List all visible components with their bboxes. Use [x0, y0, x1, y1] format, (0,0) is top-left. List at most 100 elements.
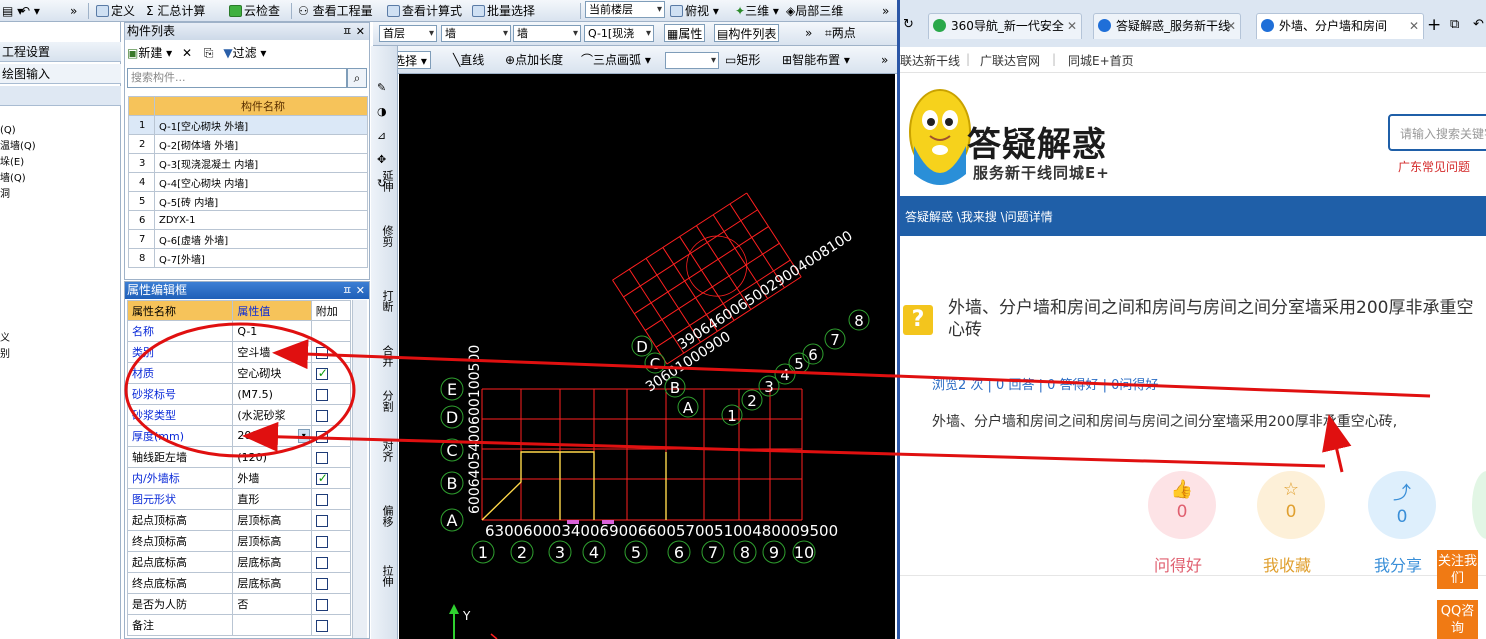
breadcrumb[interactable]: 答疑解惑 \我来搜 \问题详情: [905, 208, 1053, 225]
vtool-icon[interactable]: ✥: [377, 154, 393, 166]
nav-tree-item[interactable]: 温墙(Q): [0, 141, 36, 153]
attach-checkbox[interactable]: [315, 535, 328, 548]
floor-select[interactable]: 首层: [379, 25, 437, 42]
point-length-button[interactable]: ⊕点加长度: [505, 51, 563, 69]
tab-360-nav[interactable]: 360导航_新一代安全 ✕: [928, 13, 1082, 39]
property-row[interactable]: 终点底标高 层底标高: [126, 572, 352, 594]
property-value[interactable]: (120): [232, 446, 312, 468]
vtool-icon[interactable]: ◑: [377, 106, 393, 118]
pin-close-icon[interactable]: ㅍ ✕: [342, 23, 365, 40]
action-label[interactable]: 我分享: [1374, 552, 1422, 576]
search-icon[interactable]: ⌕: [347, 68, 367, 88]
pin-close-icon[interactable]: ㅍ ✕: [342, 282, 365, 299]
table-row[interactable]: 5 Q-5[砖 内墙]: [128, 191, 368, 211]
nav-tree-item[interactable]: 垛(E): [0, 157, 24, 169]
link-tongcheng-home[interactable]: 同城E+首页: [1068, 52, 1134, 69]
property-value[interactable]: 层顶标高: [232, 509, 312, 531]
property-row[interactable]: 名称 Q-1: [126, 320, 352, 342]
new-tab-icon[interactable]: +: [1427, 15, 1441, 35]
close-icon[interactable]: ✕: [1409, 14, 1419, 38]
reload-icon[interactable]: ↻: [903, 17, 914, 32]
property-scrollbar[interactable]: [352, 300, 367, 638]
attach-checkbox[interactable]: [315, 514, 328, 527]
action-button-0[interactable]: 👍 0: [1148, 471, 1216, 539]
top-view-button[interactable]: 俯视 ▾: [670, 2, 719, 20]
property-row[interactable]: 是否为人防否: [126, 593, 352, 615]
property-value[interactable]: 空心砌块: [232, 362, 312, 384]
property-row[interactable]: 起点顶标高 层顶标高: [126, 509, 352, 531]
view-formula-button[interactable]: 查看计算式: [387, 2, 462, 20]
property-row[interactable]: 备注: [126, 614, 352, 636]
table-row[interactable]: 2 Q-2[砌体墙 外墙]: [128, 134, 368, 154]
component-list-button[interactable]: ▤构件列表: [714, 24, 780, 42]
close-icon[interactable]: ✕: [1067, 14, 1077, 38]
vtool-4[interactable]: 分割: [377, 390, 394, 412]
vtool-5[interactable]: 对齐: [377, 440, 394, 462]
attach-checkbox[interactable]: [315, 366, 328, 380]
three-arc-button[interactable]: ⌒三点画弧 ▾: [581, 51, 651, 69]
local-3d-button[interactable]: ◈局部三维: [786, 2, 843, 20]
attach-checkbox[interactable]: [315, 598, 328, 611]
type-select-2[interactable]: 墙: [513, 25, 581, 42]
property-value[interactable]: (水泥砂浆: [232, 404, 312, 426]
more-action-partial[interactable]: [1472, 471, 1486, 539]
property-value[interactable]: Q-1: [232, 320, 312, 342]
draw-input-item[interactable]: 绘图输入: [0, 64, 121, 84]
dropdown-icon[interactable]: ▾: [297, 429, 310, 443]
toolbar-overflow-icon[interactable]: »: [882, 2, 889, 20]
tab-qa-home[interactable]: 答疑解惑_服务新干线 ✕: [1093, 13, 1241, 39]
overflow-chevron-icon[interactable]: »: [805, 24, 812, 42]
overflow-chevron-icon[interactable]: »: [70, 2, 77, 20]
undo-close-icon[interactable]: ↶: [1473, 17, 1484, 32]
attach-checkbox[interactable]: [315, 388, 328, 401]
delete-icon[interactable]: ✕: [182, 46, 192, 60]
arc-mode-select[interactable]: [665, 52, 719, 69]
property-value[interactable]: 层底标高: [232, 572, 312, 594]
undo-icon[interactable]: ↶ ▾: [20, 2, 40, 20]
follow-us-button[interactable]: 关注我们: [1437, 550, 1478, 589]
nav-tree-item[interactable]: 洞: [0, 189, 10, 201]
table-row[interactable]: 7 Q-6[虚墙 外墙]: [128, 229, 368, 249]
nav-tree-item[interactable]: 墙(Q): [0, 173, 26, 185]
property-value[interactable]: 空斗墙: [232, 341, 312, 363]
property-value[interactable]: 层顶标高: [232, 530, 312, 552]
property-row[interactable]: 终点顶标高 层顶标高: [126, 530, 352, 552]
project-settings-item[interactable]: 工程设置: [0, 42, 121, 62]
property-row[interactable]: 砂浆标号 (M7.5): [126, 383, 352, 405]
property-row[interactable]: 砂浆类型 (水泥砂浆: [126, 404, 352, 426]
vtool-2[interactable]: 打断: [377, 290, 394, 312]
vtool-icon[interactable]: ⊿: [377, 130, 393, 142]
batch-select-button[interactable]: 批量选择: [472, 2, 535, 20]
attach-checkbox[interactable]: [315, 430, 328, 443]
property-value[interactable]: (M7.5): [232, 383, 312, 405]
component-select[interactable]: Q-1[现浇: [584, 25, 654, 42]
current-floor-select[interactable]: 当前楼层: [585, 1, 665, 18]
attach-checkbox[interactable]: [315, 493, 328, 506]
attribute-button[interactable]: ▦属性: [664, 24, 706, 42]
component-search-input[interactable]: 搜索构件...: [127, 68, 347, 88]
attach-checkbox[interactable]: [315, 556, 328, 569]
nav-tree-item[interactable]: 义: [0, 333, 10, 345]
line-button[interactable]: ╲直线: [453, 51, 484, 69]
property-value[interactable]: 否: [232, 593, 312, 615]
hot-question-link[interactable]: 广东常见问题: [1398, 158, 1470, 175]
tab-question-detail[interactable]: 外墙、分户墙和房间 ✕: [1256, 13, 1424, 39]
table-row[interactable]: 3 Q-3[现浇混凝土 内墙]: [128, 153, 368, 173]
table-row[interactable]: 8 Q-7[外墙]: [128, 248, 368, 268]
property-value[interactable]: 外墙: [232, 467, 312, 489]
action-button-1[interactable]: ☆ 0: [1257, 471, 1325, 539]
three-d-button[interactable]: ✦三维 ▾: [735, 2, 779, 20]
attach-checkbox[interactable]: [315, 451, 328, 464]
qq-consult-button[interactable]: QQ咨询: [1437, 600, 1478, 639]
smart-layout-button[interactable]: ⊞智能布置 ▾: [782, 51, 850, 69]
action-label[interactable]: 问得好: [1154, 552, 1202, 576]
action-label[interactable]: 我收藏: [1263, 552, 1311, 576]
rect-button[interactable]: ▭矩形: [725, 51, 760, 69]
property-row[interactable]: 内/外墙标 外墙: [126, 467, 352, 489]
table-row[interactable]: 1 Q-1[空心砌块 外墙]: [128, 115, 368, 135]
property-value[interactable]: 层底标高: [232, 551, 312, 573]
property-value[interactable]: 200 ▾: [232, 425, 312, 447]
property-value[interactable]: 直形: [232, 488, 312, 510]
type-select-1[interactable]: 墙: [441, 25, 511, 42]
cad-canvas[interactable]: E D C B A 1 2 3 4 5 6 7 8 9 10 630060003400690066005700…: [399, 74, 895, 639]
